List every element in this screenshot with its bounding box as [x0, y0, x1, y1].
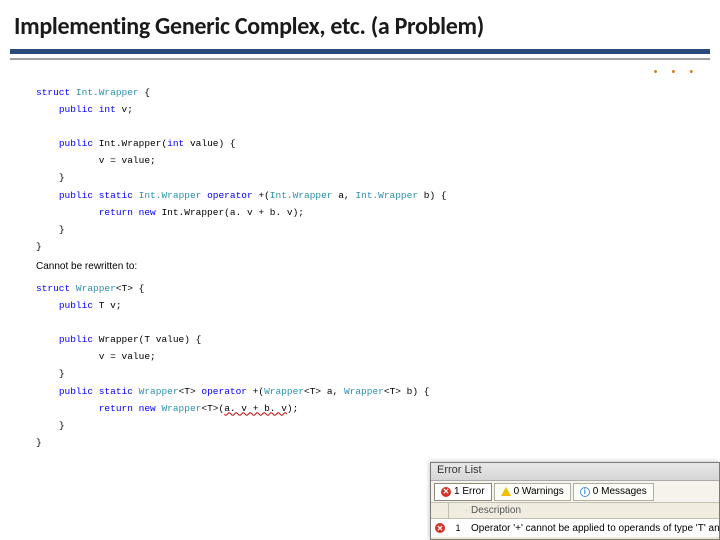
code-kw: public [59, 300, 93, 311]
code-kw: new [139, 207, 156, 218]
code-txt: v = value; [99, 155, 156, 166]
error-icon: ✕ [441, 487, 451, 497]
filter-messages-label: 0 Messages [593, 486, 647, 497]
error-list-panel: Error List ✕ 1 Error 0 Warnings i 0 Mess… [430, 462, 720, 540]
error-row-num: 1 [449, 523, 467, 533]
code-kw: new [139, 403, 156, 414]
code-txt: +( [253, 190, 270, 201]
warning-icon [501, 487, 511, 496]
code-kw: int [167, 138, 184, 149]
code-type: Int.Wrapper [355, 190, 418, 201]
col-icon-header [431, 503, 449, 518]
code-kw: int [99, 104, 116, 115]
error-squiggle: a. v + b. v [224, 403, 287, 414]
code-kw: static [99, 386, 133, 397]
error-row-desc: Operator '+' cannot be applied to operan… [467, 523, 719, 534]
error-list-titlebar: Error List [431, 463, 719, 481]
error-icon: ✕ [435, 523, 445, 533]
filter-messages-button[interactable]: i 0 Messages [573, 483, 654, 501]
code-kw: struct [36, 87, 70, 98]
caption-text: Cannot be rewritten to: [36, 261, 692, 272]
code-kw: return [99, 207, 133, 218]
code-kw: operator [201, 386, 247, 397]
code-block-1: struct Int.Wrapper { public int v; publi… [36, 84, 692, 255]
col-desc-header: Description [467, 505, 719, 516]
title-underline [10, 49, 710, 54]
error-row[interactable]: ✕ 1 Operator '+' cannot be applied to op… [431, 519, 719, 537]
code-txt: { [139, 87, 150, 98]
code-txt: } [36, 437, 42, 448]
col-num-header [449, 510, 467, 511]
code-type: Int.Wrapper [270, 190, 333, 201]
code-kw: public [59, 138, 93, 149]
code-kw: static [99, 190, 133, 201]
code-type: Int.Wrapper [139, 190, 202, 201]
code-type: Int.Wrapper [76, 87, 139, 98]
error-table-header: Description [431, 503, 719, 519]
filter-errors-button[interactable]: ✕ 1 Error [434, 483, 492, 501]
code-txt: Wrapper(T value) { [93, 334, 201, 345]
code-txt: +( [247, 386, 264, 397]
filter-warnings-button[interactable]: 0 Warnings [494, 483, 571, 501]
code-type: Wrapper [139, 386, 179, 397]
info-icon: i [580, 487, 590, 497]
code-kw: operator [207, 190, 253, 201]
code-block-2: struct Wrapper<T> { public T v; public W… [36, 280, 692, 451]
code-txt: ); [287, 403, 298, 414]
code-kw: public [59, 190, 93, 201]
error-table: Description ✕ 1 Operator '+' cannot be a… [431, 503, 719, 537]
code-txt: <T> b) { [384, 386, 430, 397]
code-txt: Int.Wrapper( [93, 138, 167, 149]
code-type: Wrapper [161, 403, 201, 414]
code-type: Wrapper [344, 386, 384, 397]
code-txt: <T> [179, 386, 202, 397]
error-filter-bar: ✕ 1 Error 0 Warnings i 0 Messages [431, 481, 719, 503]
slide-content: struct Int.Wrapper { public int v; publi… [0, 62, 720, 461]
code-kw: public [59, 386, 93, 397]
code-txt: } [36, 241, 42, 252]
code-txt: } [59, 172, 65, 183]
code-txt: <T>( [201, 403, 224, 414]
code-txt: } [59, 368, 65, 379]
filter-warnings-label: 0 Warnings [514, 486, 564, 497]
title-sub-underline [10, 58, 710, 60]
code-txt: } [59, 420, 65, 431]
code-txt: <T> { [116, 283, 145, 294]
code-txt: value) { [184, 138, 235, 149]
slide-title: Implementing Generic Complex, etc. (a Pr… [0, 0, 720, 49]
code-kw: public [59, 104, 93, 115]
code-txt: v; [116, 104, 133, 115]
code-txt: T v; [93, 300, 122, 311]
accent-dots: . . . [653, 55, 698, 79]
code-txt: v = value; [99, 351, 156, 362]
error-row-icon: ✕ [431, 519, 449, 537]
code-txt: a, [333, 190, 356, 201]
filter-errors-label: 1 Error [454, 486, 485, 497]
code-type: Wrapper [76, 283, 116, 294]
code-txt: b) { [418, 190, 447, 201]
code-txt: Int.Wrapper(a. v + b. v); [156, 207, 304, 218]
code-type: Wrapper [264, 386, 304, 397]
code-txt: <T> a, [304, 386, 344, 397]
code-kw: struct [36, 283, 70, 294]
code-txt: } [59, 224, 65, 235]
code-kw: return [99, 403, 133, 414]
code-kw: public [59, 334, 93, 345]
